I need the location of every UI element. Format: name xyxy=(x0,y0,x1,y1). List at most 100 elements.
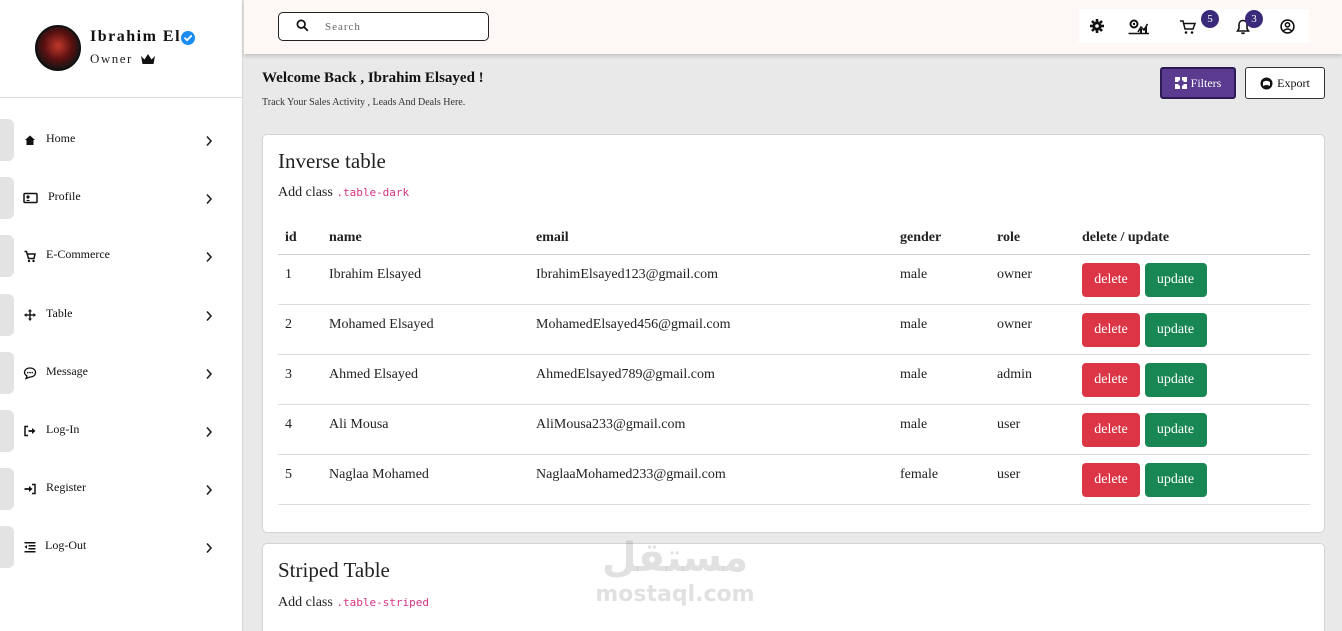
cell-email: AliMousa233@gmail.com xyxy=(529,404,893,455)
cell-gender: female xyxy=(893,454,990,505)
column-header: name xyxy=(322,222,529,255)
chevron-right-icon xyxy=(205,483,213,501)
update-button[interactable]: update xyxy=(1144,362,1207,397)
sidebar-item-label: Table xyxy=(46,306,73,320)
chevron-right-icon xyxy=(205,192,213,210)
cell-gender: male xyxy=(893,404,990,455)
export-icon xyxy=(1260,77,1273,90)
avatar[interactable] xyxy=(35,25,81,71)
cell-role: owner xyxy=(990,304,1075,355)
card-subtitle: Add class .table-dark xyxy=(278,185,409,201)
search-input[interactable] xyxy=(325,18,475,35)
verified-badge-icon xyxy=(181,31,195,45)
sidebar: Ibrahim El Owner Home Profile E-Commerce… xyxy=(0,0,243,631)
cell-actions: delete update xyxy=(1075,354,1310,405)
nav-tab xyxy=(0,410,14,452)
cell-email: IbrahimElsayed123@gmail.com xyxy=(529,254,893,305)
cell-name: Mohamed Elsayed xyxy=(322,304,529,355)
chevron-right-icon xyxy=(205,367,213,385)
user-profile: Ibrahim El Owner xyxy=(0,0,242,98)
gear-icon[interactable] xyxy=(1089,18,1105,39)
cell-id: 3 xyxy=(278,354,322,405)
home-icon xyxy=(23,133,37,147)
table-row: 4 Ali Mousa AliMousa233@gmail.com male u… xyxy=(278,404,1310,455)
topbar-actions: 5 3 xyxy=(1079,9,1309,43)
cell-actions: delete update xyxy=(1075,254,1310,305)
login-icon xyxy=(23,424,37,438)
update-button[interactable]: update xyxy=(1144,312,1207,347)
export-label: Export xyxy=(1277,75,1310,90)
cell-gender: male xyxy=(893,354,990,405)
cart-icon xyxy=(23,249,37,263)
sidebar-item-register[interactable]: Register xyxy=(0,468,243,510)
sidebar-item-label: Log-In xyxy=(46,422,80,436)
delete-button[interactable]: delete xyxy=(1082,462,1140,497)
search-icon xyxy=(296,19,309,37)
cell-email: NaglaaMohamed233@gmail.com xyxy=(529,454,893,505)
striped-table-card: Striped Table Add class .table-striped xyxy=(262,543,1325,631)
column-header: id xyxy=(278,222,322,255)
delete-button[interactable]: delete xyxy=(1082,412,1140,447)
cell-name: Ali Mousa xyxy=(322,404,529,455)
sidebar-item-home[interactable]: Home xyxy=(0,119,243,161)
sidebar-item-label: E-Commerce xyxy=(46,247,110,261)
notification-count-badge: 3 xyxy=(1245,10,1263,28)
update-button[interactable]: update xyxy=(1144,412,1207,447)
chevron-right-icon xyxy=(205,541,213,559)
cell-name: Naglaa Mohamed xyxy=(322,454,529,505)
sidebar-item-login[interactable]: Log-In xyxy=(0,410,243,452)
delete-button[interactable]: delete xyxy=(1082,262,1140,297)
inverse-table-card: Inverse table Add class .table-dark id n… xyxy=(262,134,1325,533)
card-subtitle-prefix: Add class xyxy=(278,595,333,610)
message-icon xyxy=(23,366,37,380)
column-header: email xyxy=(529,222,893,255)
shopping-cart-icon[interactable] xyxy=(1179,19,1197,40)
analytics-icon[interactable] xyxy=(1128,18,1150,40)
export-button[interactable]: Export xyxy=(1245,67,1325,99)
cell-actions: delete update xyxy=(1075,454,1310,505)
crown-icon xyxy=(140,52,156,70)
logout-icon xyxy=(23,540,37,554)
sidebar-item-logout[interactable]: Log-Out xyxy=(0,526,243,568)
chevron-right-icon xyxy=(205,250,213,268)
table-header-row: id name email gender role delete / updat… xyxy=(278,222,1310,255)
page-subtitle: Track Your Sales Activity , Leads And De… xyxy=(262,97,466,108)
update-button[interactable]: update xyxy=(1144,462,1207,497)
users-table: id name email gender role delete / updat… xyxy=(278,222,1310,505)
class-code: .table-dark xyxy=(336,186,410,199)
class-code: .table-striped xyxy=(336,596,430,609)
cell-id: 5 xyxy=(278,454,322,505)
cell-role: admin xyxy=(990,354,1075,405)
card-subtitle-prefix: Add class xyxy=(278,185,333,200)
update-button[interactable]: update xyxy=(1144,262,1207,297)
sidebar-item-label: Register xyxy=(46,480,86,494)
user-circle-icon[interactable] xyxy=(1280,19,1295,39)
filters-button[interactable]: Filters xyxy=(1160,67,1236,99)
column-header: role xyxy=(990,222,1075,255)
delete-button[interactable]: delete xyxy=(1082,362,1140,397)
cell-name: Ibrahim Elsayed xyxy=(322,254,529,305)
sidebar-item-label: Profile xyxy=(48,189,81,203)
search-box[interactable] xyxy=(278,12,489,41)
filters-label: Filters xyxy=(1190,75,1222,90)
column-header: delete / update xyxy=(1075,222,1310,255)
cell-id: 1 xyxy=(278,254,322,305)
register-icon xyxy=(23,482,37,496)
sidebar-item-message[interactable]: Message xyxy=(0,352,243,394)
cell-email: MohamedElsayed456@gmail.com xyxy=(529,304,893,355)
chevron-right-icon xyxy=(205,425,213,443)
cell-email: AhmedElsayed789@gmail.com xyxy=(529,354,893,405)
nav-tab xyxy=(0,235,14,277)
sidebar-item-ecommerce[interactable]: E-Commerce xyxy=(0,235,243,277)
table-row: 1 Ibrahim Elsayed IbrahimElsayed123@gmai… xyxy=(278,254,1310,305)
sidebar-item-table[interactable]: Table xyxy=(0,294,243,336)
table-row: 5 Naglaa Mohamed NaglaaMohamed233@gmail.… xyxy=(278,454,1310,505)
sidebar-item-label: Log-Out xyxy=(45,538,87,552)
cell-gender: male xyxy=(893,254,990,305)
delete-button[interactable]: delete xyxy=(1082,312,1140,347)
chevron-right-icon xyxy=(205,309,213,327)
nav-tab xyxy=(0,119,14,161)
sidebar-item-profile[interactable]: Profile xyxy=(0,177,243,219)
nav-tab xyxy=(0,294,14,336)
user-name: Ibrahim El xyxy=(90,28,182,45)
